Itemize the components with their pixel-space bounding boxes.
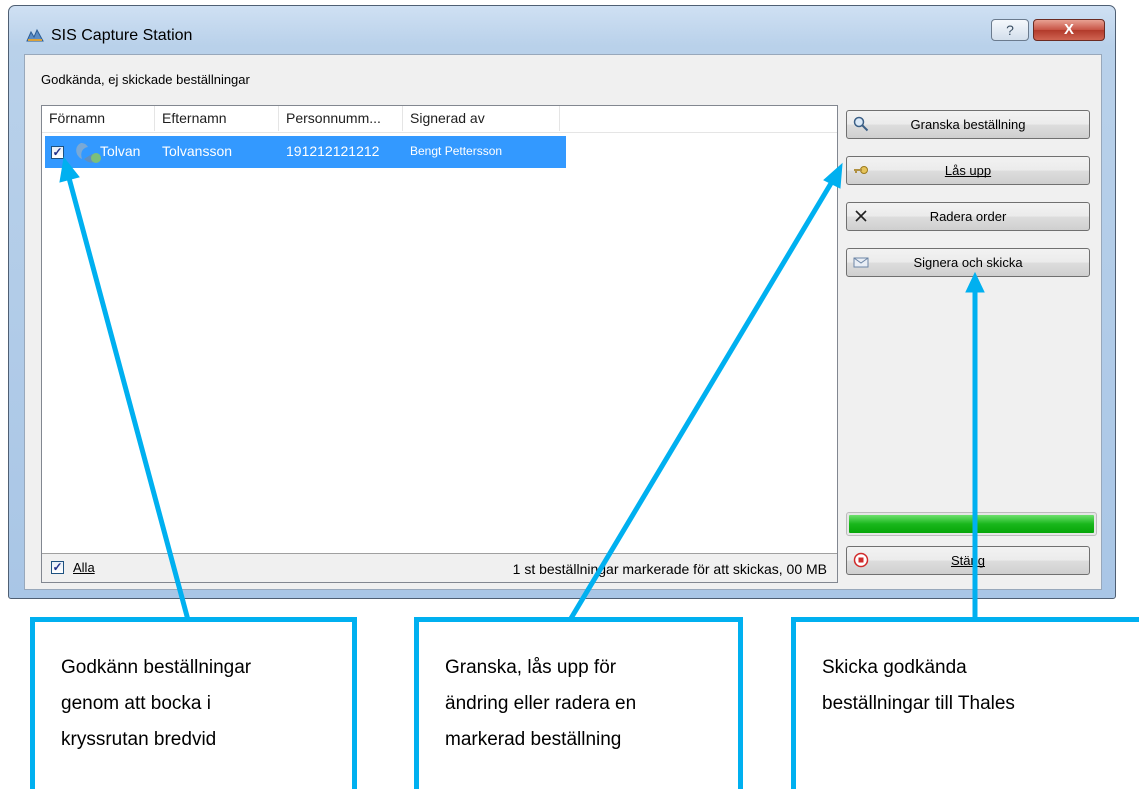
annotation-approve: Godkänn beställningar genom att bocka i … xyxy=(30,617,357,789)
arrow-unlock xyxy=(567,178,836,622)
annotation-line: kryssrutan bredvid xyxy=(61,729,217,750)
arrow-head-unlock xyxy=(823,162,843,189)
arrow-head-checkbox xyxy=(59,156,80,183)
annotation-line: Granska, lås upp för xyxy=(445,657,617,678)
arrow-head-sign xyxy=(965,271,985,293)
arrow-checkbox xyxy=(66,177,191,621)
annotation-review: Granska, lås upp för ändring eller rader… xyxy=(414,617,743,789)
annotation-line: beställningar till Thales xyxy=(822,693,1015,714)
annotation-line: markerad beställning xyxy=(445,729,622,750)
annotation-line: Godkänn beställningar xyxy=(61,657,252,678)
annotation-send: Skicka godkända beställningar till Thale… xyxy=(791,617,1139,789)
annotation-line: genom att bocka i xyxy=(61,693,211,714)
annotation-line: ändring eller radera en xyxy=(445,693,637,714)
annotation-line: Skicka godkända xyxy=(822,657,967,678)
